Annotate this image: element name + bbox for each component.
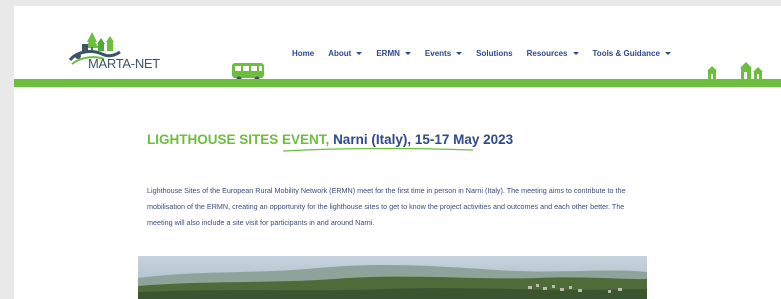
chevron-down-icon xyxy=(572,52,579,55)
page-title: LIGHTHOUSE SITES EVENT, Narni (Italy), 1… xyxy=(147,132,513,147)
event-photo xyxy=(138,256,647,299)
nav-item-resources[interactable]: Resources xyxy=(527,49,579,58)
nav-item-about[interactable]: About xyxy=(328,49,363,58)
nav-item-label: Resources xyxy=(526,49,568,58)
chevron-down-icon xyxy=(664,52,671,55)
nav-item-label: ERMN xyxy=(376,49,400,58)
nav-item-ermn[interactable]: ERMN xyxy=(376,49,411,58)
nav-item-label: Events xyxy=(424,49,452,58)
nav-item-tools-guidance[interactable]: Tools & Guidance xyxy=(593,49,671,58)
nav-item-label: Solutions xyxy=(476,49,513,58)
header-divider-bar xyxy=(14,79,781,87)
nav-item-label: Tools & Guidance xyxy=(592,49,660,58)
chevron-down-icon xyxy=(404,52,411,55)
nav-item-solutions[interactable]: Solutions xyxy=(476,49,512,58)
site-header: MARTA-NET Home About ERMN Events Solutio… xyxy=(14,6,781,90)
title-suffix: Narni (Italy), 15-17 May 2023 xyxy=(333,132,514,147)
title-underline xyxy=(282,147,474,152)
site-logo[interactable]: MARTA-NET xyxy=(68,30,168,76)
title-prefix: LIGHTHOUSE SITES EVENT xyxy=(147,132,326,147)
nav-item-label: Home xyxy=(292,49,315,58)
houses-icon xyxy=(707,62,763,79)
nav-item-home[interactable]: Home xyxy=(292,49,314,58)
logo-text: MARTA-NET xyxy=(88,56,160,71)
event-description: Lighthouse Sites of the European Rural M… xyxy=(147,186,626,228)
nav-item-events[interactable]: Events xyxy=(424,49,463,58)
chevron-down-icon xyxy=(456,52,463,55)
chevron-down-icon xyxy=(356,52,363,55)
page: MARTA-NET Home About ERMN Events Solutio… xyxy=(14,6,781,299)
nav-item-label: About xyxy=(328,49,352,58)
title-comma: , xyxy=(325,132,330,147)
main-nav: Home About ERMN Events Solutions Resourc… xyxy=(292,49,685,58)
